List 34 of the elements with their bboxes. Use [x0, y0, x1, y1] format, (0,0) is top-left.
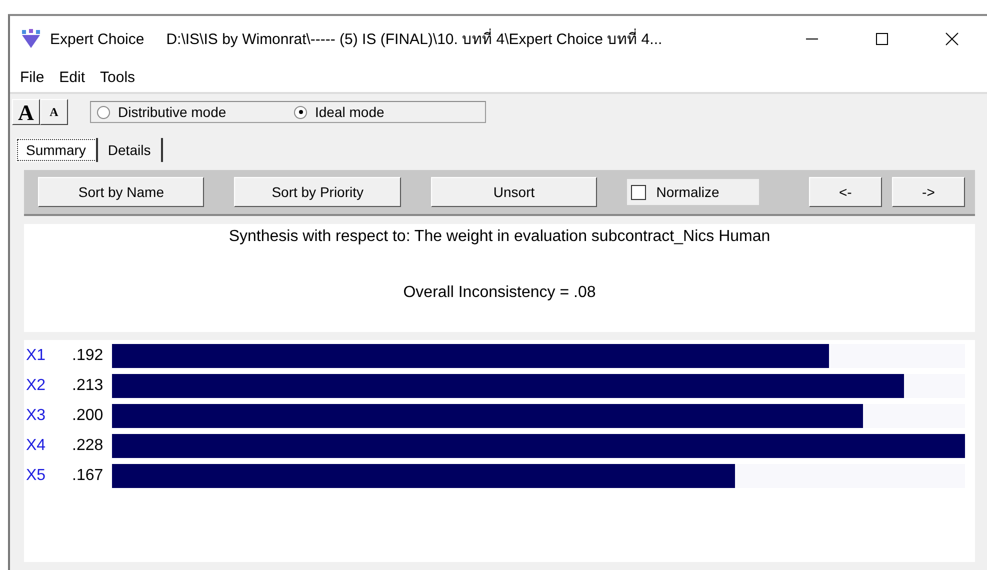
sort-button[interactable]: Sort by Name — [38, 177, 204, 207]
priority-value: .167 — [72, 467, 104, 485]
previous-button[interactable]: <- — [808, 177, 882, 207]
alternative-name: X2 — [26, 377, 47, 395]
synthesis-title: Synthesis with respect to: The weight in evaluation subcontract_Nics Human — [228, 228, 770, 246]
sort-button[interactable]: Sort by Priority — [234, 177, 401, 207]
radio-button[interactable] — [294, 106, 307, 118]
file-path: D:\IS\IS by Wimonrat\----- (5) IS (FINAL)\10. บทที่ 4\Expert Choice บทที่ 4... — [166, 27, 777, 51]
alternative-name: X5 — [26, 467, 47, 485]
increase-font-button[interactable]: A — [12, 99, 40, 125]
priority-value: .228 — [72, 437, 104, 455]
decrease-font-button[interactable]: A — [40, 99, 68, 125]
close-icon — [945, 32, 959, 46]
priority-value: .200 — [72, 407, 104, 425]
inconsistency-text: Overall Inconsistency = .08 — [403, 284, 596, 302]
alternative-name: X1 — [26, 347, 47, 365]
next-button[interactable]: -> — [892, 177, 965, 207]
app-logo-icon — [20, 29, 42, 49]
priority-value: .213 — [72, 377, 104, 395]
maximize-icon — [875, 32, 889, 46]
menu-item[interactable]: File — [20, 68, 44, 86]
radio-label[interactable]: Distributive mode — [118, 104, 226, 120]
radio-label[interactable]: Ideal mode — [315, 104, 384, 120]
priority-value: .192 — [72, 347, 104, 365]
sort-button[interactable]: Unsort — [430, 177, 598, 207]
menu-item[interactable]: Edit — [59, 68, 86, 86]
tab[interactable]: Summary — [16, 138, 98, 162]
minimize-icon — [805, 38, 819, 40]
alternative-name: X4 — [26, 437, 47, 455]
menu-item[interactable]: Tools — [100, 68, 136, 86]
radio-button[interactable] — [97, 106, 110, 118]
checkbox[interactable] — [631, 184, 646, 200]
alternative-name: X3 — [26, 407, 47, 425]
window-title: Expert Choice — [50, 30, 144, 48]
